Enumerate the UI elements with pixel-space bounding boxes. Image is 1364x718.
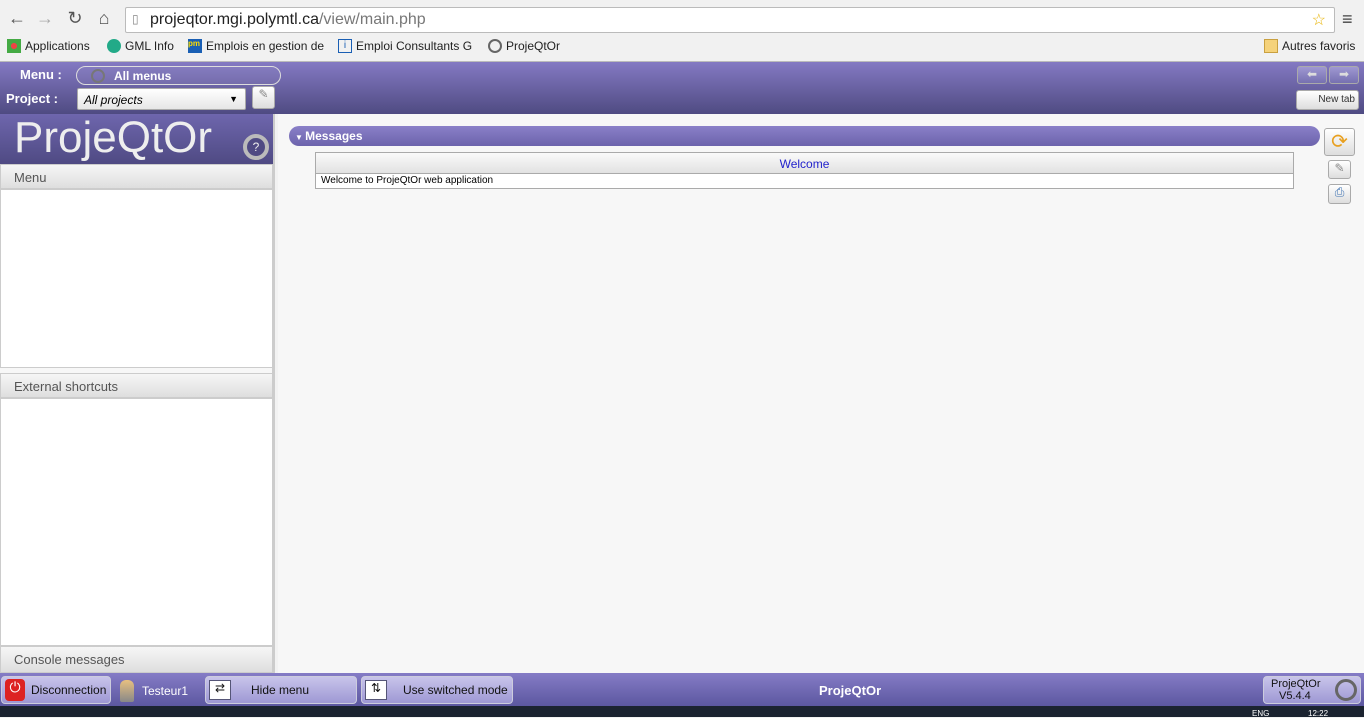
- app-name: ProjeQtOr: [819, 683, 882, 698]
- bookmark-label: Emploi Consultants G: [356, 39, 473, 53]
- help-icon[interactable]: ?: [243, 134, 269, 160]
- logo-text: ProjeQtOr: [14, 113, 213, 162]
- swap-vertical-icon: ⇅: [365, 680, 387, 700]
- projeqtor-icon: [488, 39, 502, 53]
- bookmark-gml[interactable]: GML Info: [107, 39, 174, 53]
- project-value: All projects: [84, 93, 143, 107]
- version-name: ProjeQtOr: [1271, 678, 1321, 690]
- shortcuts-panel-header[interactable]: External shortcuts: [0, 373, 273, 398]
- info-icon: i: [338, 39, 352, 53]
- other-bookmarks[interactable]: Autres favoris: [1264, 39, 1355, 53]
- projeqtor-icon: [91, 69, 105, 83]
- arrow-right-icon: ➡: [1338, 67, 1350, 81]
- user-icon: [120, 680, 134, 702]
- print-icon: ⎙: [1334, 185, 1345, 199]
- main-content: [278, 114, 1364, 673]
- table-header: Welcome: [316, 153, 1293, 174]
- refresh-button[interactable]: ⟳: [1324, 128, 1355, 156]
- new-tab-label: New tab: [1318, 94, 1355, 105]
- console-panel-header[interactable]: Console messages: [0, 646, 273, 673]
- bookmark-label: GML Info: [125, 39, 174, 53]
- version-number: V5.4.4: [1279, 690, 1311, 702]
- globe-icon: [107, 39, 121, 53]
- nav-forward-button[interactable]: ➡: [1329, 66, 1359, 84]
- folder-icon: [1264, 39, 1278, 53]
- hide-menu-button[interactable]: ⇄ Hide menu: [205, 676, 357, 704]
- star-icon[interactable]: ☆: [1312, 10, 1326, 30]
- print-button[interactable]: ⎙: [1328, 184, 1351, 204]
- forward-icon[interactable]: →: [34, 8, 56, 29]
- os-taskbar: ENG 12:22: [0, 706, 1364, 718]
- hide-menu-label: Hide menu: [251, 683, 310, 697]
- home-icon[interactable]: ⌂: [93, 8, 115, 29]
- messages-header[interactable]: ▼ Messages: [289, 126, 1320, 146]
- bookmark-label: ProjeQtOr: [506, 39, 561, 53]
- bookmark-projeqtor[interactable]: ProjeQtOr: [488, 39, 560, 53]
- swap-horizontal-icon: ⇄: [209, 680, 231, 700]
- projeqtor-icon: [1335, 679, 1357, 701]
- version-button[interactable]: ProjeQtOr V5.4.4: [1263, 676, 1361, 704]
- browser-chrome: ← → ↻ ⌂ ▯ projeqtor.mgi.polymtl.ca/view/…: [0, 0, 1364, 62]
- bookmark-label: Autres favoris: [1282, 39, 1356, 53]
- url-path: /view/main.php: [318, 11, 426, 28]
- wrench-icon: ✎: [1334, 161, 1345, 175]
- bookmark-label: Applications: [25, 39, 90, 53]
- user-name: Testeur1: [142, 684, 189, 698]
- address-bar[interactable]: ▯ projeqtor.mgi.polymtl.ca/view/main.php…: [125, 7, 1335, 33]
- page-icon: ▯: [132, 12, 139, 26]
- menu-value: All menus: [114, 69, 172, 83]
- table-row: Welcome to ProjeQtOr web application: [321, 175, 494, 186]
- menu-selector[interactable]: All menus: [76, 66, 281, 85]
- shortcuts-panel: [0, 398, 273, 646]
- bookmark-applications[interactable]: Applications: [7, 39, 90, 53]
- project-settings-button[interactable]: ✎: [252, 86, 275, 109]
- switched-mode-button[interactable]: ⇅ Use switched mode: [361, 676, 513, 704]
- chevron-down-icon: ▼: [229, 94, 238, 104]
- disconnect-button[interactable]: ⏻ Disconnection: [1, 676, 111, 704]
- project-select[interactable]: All projects ▼: [77, 88, 246, 110]
- arrow-left-icon: ⬅: [1306, 67, 1318, 81]
- menu-label: Menu :: [20, 67, 62, 82]
- apps-icon: [7, 39, 21, 53]
- switched-mode-label: Use switched mode: [403, 683, 508, 697]
- url-host: projeqtor.mgi.polymtl.ca: [150, 11, 319, 28]
- nav-back-button[interactable]: ⬅: [1297, 66, 1327, 84]
- menu-panel: [0, 189, 273, 368]
- bookmark-consultants[interactable]: i Emploi Consultants G: [338, 39, 472, 53]
- power-icon: ⏻: [5, 679, 25, 701]
- refresh-icon: ⟳: [1331, 131, 1348, 153]
- menu-icon[interactable]: ≡: [1342, 9, 1353, 30]
- logo: ProjeQtOr?: [0, 114, 273, 164]
- messages-title: Messages: [305, 129, 363, 143]
- menu-panel-header[interactable]: Menu: [0, 164, 273, 189]
- new-tab-button[interactable]: New tab: [1296, 90, 1359, 110]
- bookmark-emplois[interactable]: pm Emplois en gestion de: [188, 39, 324, 53]
- messages-table: Welcome Welcome to ProjeQtOr web applica…: [315, 152, 1294, 189]
- bookmark-label: Emplois en gestion de: [206, 39, 325, 53]
- project-label: Project :: [6, 91, 59, 106]
- disconnect-label: Disconnection: [31, 683, 107, 697]
- wrench-icon: ✎: [258, 87, 269, 101]
- triangle-down-icon: ▼: [295, 133, 306, 142]
- reload-icon[interactable]: ↻: [64, 8, 86, 29]
- back-icon[interactable]: ←: [6, 8, 28, 29]
- user-info[interactable]: Testeur1: [120, 680, 188, 702]
- parameters-button[interactable]: ✎: [1328, 160, 1351, 179]
